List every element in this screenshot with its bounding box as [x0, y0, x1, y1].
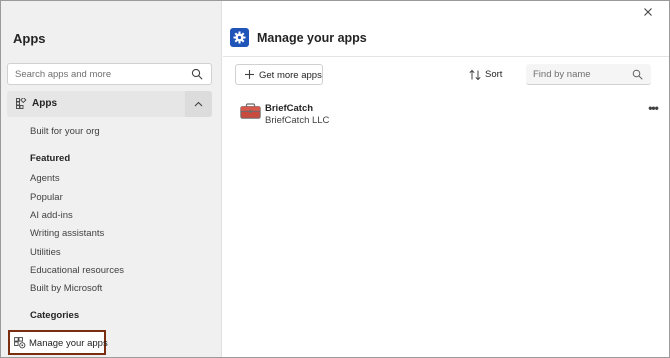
- apps-section-header[interactable]: Apps: [7, 91, 212, 117]
- manage-apps-icon: [14, 337, 26, 349]
- briefcatch-app-icon: [240, 103, 261, 119]
- page-title: Manage your apps: [257, 31, 367, 45]
- main-panel: Manage your apps Get more apps Sort Find…: [223, 1, 669, 357]
- sort-label: Sort: [485, 69, 503, 80]
- chevron-up-icon: [194, 101, 203, 107]
- app-list-item[interactable]: BriefCatch BriefCatch LLC •••: [235, 97, 661, 131]
- manage-your-apps-label: Manage your apps: [29, 338, 108, 349]
- sidebar-title: Apps: [13, 31, 46, 46]
- header-divider: [223, 56, 669, 57]
- sidebar-item-ai-add-ins[interactable]: AI add-ins: [30, 210, 73, 221]
- sort-icon: [469, 69, 481, 81]
- get-more-apps-button[interactable]: Get more apps: [235, 64, 323, 85]
- sidebar-item-popular[interactable]: Popular: [30, 192, 63, 203]
- sidebar-item-writing-assistants[interactable]: Writing assistants: [30, 228, 104, 239]
- sidebar: Apps Apps Built for your o: [1, 1, 222, 357]
- close-icon[interactable]: [641, 5, 655, 19]
- search-icon[interactable]: [632, 69, 643, 80]
- more-options-icon[interactable]: •••: [645, 102, 661, 115]
- app-name: BriefCatch: [265, 103, 314, 114]
- apps-section-label: Apps: [32, 98, 57, 109]
- search-icon[interactable]: [191, 68, 203, 80]
- categories-header[interactable]: Categories: [30, 310, 79, 321]
- find-by-name-box[interactable]: [526, 64, 651, 85]
- search-input[interactable]: [15, 67, 185, 81]
- sidebar-item-agents[interactable]: Agents: [30, 173, 60, 184]
- featured-header: Featured: [30, 153, 71, 164]
- apps-grid-icon: [16, 98, 27, 109]
- search-box[interactable]: [7, 63, 212, 85]
- apps-dialog: Apps Apps Built for your o: [0, 0, 670, 358]
- sidebar-item-utilities[interactable]: Utilities: [30, 247, 61, 258]
- collapse-button[interactable]: [185, 91, 212, 117]
- plus-icon: [245, 70, 254, 79]
- sidebar-item-built-by-microsoft[interactable]: Built by Microsoft: [30, 283, 102, 294]
- find-by-name-input[interactable]: [533, 68, 628, 81]
- manage-your-apps-item[interactable]: Manage your apps: [8, 330, 108, 355]
- get-more-apps-label: Get more apps: [259, 70, 322, 81]
- sidebar-item-educational-resources[interactable]: Educational resources: [30, 265, 124, 276]
- app-publisher: BriefCatch LLC: [265, 115, 330, 126]
- sidebar-item-built-for-your-org[interactable]: Built for your org: [30, 126, 100, 137]
- settings-gear-icon: [230, 28, 249, 47]
